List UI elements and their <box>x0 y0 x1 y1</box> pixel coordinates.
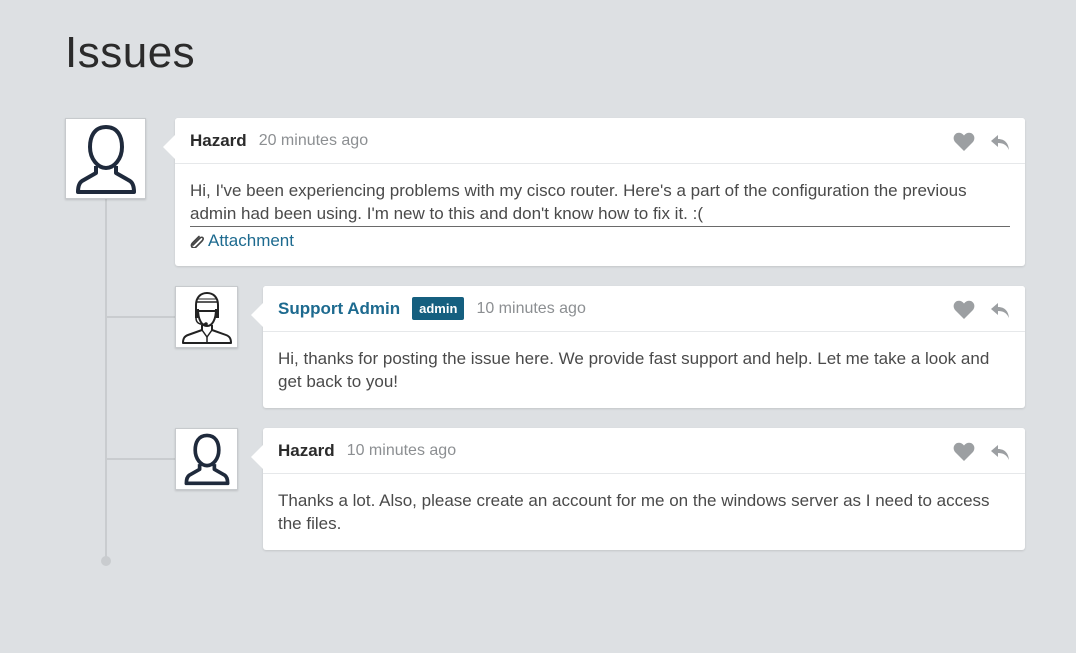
issues-page: Issues Hazard 20 minutes ago Hi, I've be… <box>0 0 1076 653</box>
comment-text: Thanks a lot. Also, please create an acc… <box>278 491 990 533</box>
comment-time: 10 minutes ago <box>346 441 457 459</box>
heart-icon[interactable] <box>953 300 975 320</box>
avatar[interactable] <box>175 428 238 490</box>
comment-body: Thanks a lot. Also, please create an acc… <box>263 474 1025 535</box>
attachment-label[interactable]: Attachment <box>208 229 294 252</box>
comment-body: Hi, thanks for posting the issue here. W… <box>263 332 1025 393</box>
comment-text: Hi, thanks for posting the issue here. W… <box>278 349 990 391</box>
comment-header: Hazard 10 minutes ago <box>263 428 1025 474</box>
thread-branch <box>107 458 177 460</box>
comment: Hazard 10 minutes ago Thanks a lot. Also… <box>251 428 1025 550</box>
comment-author[interactable]: Hazard <box>190 131 247 151</box>
user-icon <box>184 433 229 486</box>
page-title: Issues <box>65 28 196 77</box>
comment: Hazard 20 minutes ago Hi, I've been expe… <box>163 118 1025 266</box>
comment-actions <box>953 300 1011 320</box>
thread-end-dot <box>101 556 111 566</box>
comment-actions <box>953 442 1011 462</box>
comment-actions <box>953 132 1011 152</box>
avatar[interactable] <box>65 118 146 199</box>
reply-icon[interactable] <box>989 300 1011 320</box>
comment-time: 10 minutes ago <box>476 299 586 317</box>
reply-icon[interactable] <box>989 132 1011 152</box>
reply-icon[interactable] <box>989 442 1011 462</box>
admin-badge: admin <box>412 297 465 320</box>
heart-icon[interactable] <box>953 442 975 462</box>
support-agent-icon <box>181 291 232 344</box>
comment-author[interactable]: Support Admin <box>278 299 400 319</box>
comment-author[interactable]: Hazard <box>278 441 335 461</box>
comment-header: Support Admin admin 10 minutes ago <box>263 286 1025 332</box>
user-icon <box>75 124 136 194</box>
comment-time: 20 minutes ago <box>258 131 369 149</box>
heart-icon[interactable] <box>953 132 975 152</box>
comment-header: Hazard 20 minutes ago <box>175 118 1025 164</box>
avatar[interactable] <box>175 286 238 348</box>
comment-text: Hi, I've been experiencing problems with… <box>190 179 1010 227</box>
attachment-link[interactable]: Attachment <box>190 229 1010 252</box>
thread-branch <box>107 316 177 318</box>
thread-line <box>105 197 107 559</box>
comment: Support Admin admin 10 minutes ago Hi, t… <box>251 286 1025 408</box>
comment-body: Hi, I've been experiencing problems with… <box>175 164 1025 252</box>
paperclip-icon <box>190 235 204 248</box>
